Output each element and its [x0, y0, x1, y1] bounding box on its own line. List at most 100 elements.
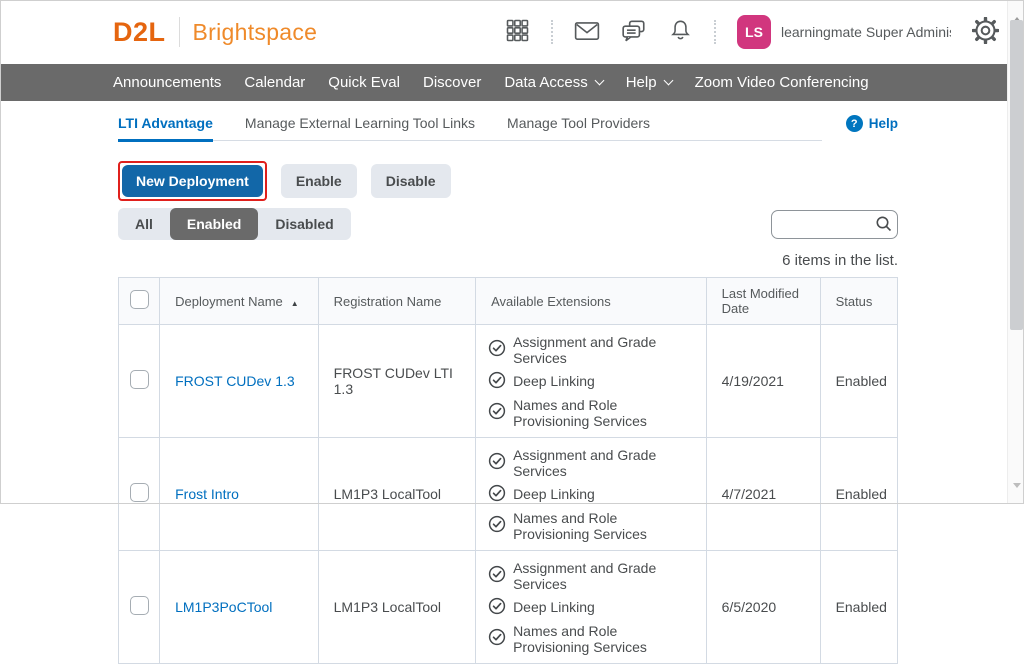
extension-label: Names and Role Provisioning Services [513, 622, 647, 655]
available-extensions-cell: Assignment and Grade Services Deep Linki… [475, 437, 707, 551]
scroll-up-icon [1012, 1, 1021, 22]
deployment-name-link[interactable]: FROST CUDev 1.3 [175, 373, 295, 389]
nav-item-announcements[interactable]: Announcements [113, 74, 221, 91]
vertical-scrollbar[interactable] [1007, 0, 1024, 504]
scrollbar-up-button[interactable] [1008, 1, 1024, 22]
filter-disabled-button[interactable]: Disabled [258, 208, 350, 240]
extension-label: Assignment and Grade Services [513, 333, 657, 366]
red-highlight-annotation: New Deployment [118, 161, 267, 201]
brightspace-admin-page: D2L Brightspace LS learningmate Super Ad… [0, 0, 1007, 664]
waffle-grid-icon [505, 18, 530, 46]
chat-button[interactable] [621, 19, 647, 46]
nav-item-discover[interactable]: Discover [423, 74, 481, 91]
bell-icon [668, 18, 693, 46]
user-menu[interactable]: LS learningmate Super Administra... [737, 15, 951, 49]
column-header-deployment-name[interactable]: Deployment Name ▲ [159, 277, 319, 325]
registration-name-cell: LM1P3 LocalTool [317, 550, 477, 664]
deployments-table: Deployment Name ▲ Registration Name Avail… [117, 277, 899, 664]
last-modified-cell: 4/19/2021 [705, 324, 821, 438]
brightspace-logo-text: Brightspace [192, 18, 318, 45]
dotted-divider [551, 20, 553, 44]
tabs: LTI Advantage Manage External Learning T… [118, 110, 822, 142]
logo-divider [178, 17, 180, 47]
tab-lti-advantage[interactable]: LTI Advantage [118, 110, 213, 142]
sort-ascending-icon: ▲ [290, 298, 299, 308]
settings-button[interactable] [971, 16, 1000, 47]
disable-button[interactable]: Disable [370, 164, 451, 198]
nav-item-quick-eval[interactable]: Quick Eval [328, 74, 400, 91]
check-circle-icon [488, 371, 506, 392]
new-deployment-button[interactable]: New Deployment [122, 165, 263, 197]
chevron-down-icon [594, 75, 605, 86]
column-header-available-extensions: Available Extensions [475, 277, 707, 325]
row-checkbox[interactable] [129, 370, 149, 389]
filter-search-row: All Enabled Disabled [118, 208, 898, 240]
gear-icon [971, 16, 1000, 47]
top-header: D2L Brightspace LS learningmate Super Ad… [0, 0, 1007, 64]
status-cell: Enabled [819, 437, 899, 551]
nav-item-data-access[interactable]: Data Access [504, 74, 605, 91]
extension-label: Deep Linking [513, 373, 595, 389]
help-link[interactable]: ? Help [845, 110, 898, 132]
row-checkbox[interactable] [129, 596, 149, 615]
nav-label: Announcements [113, 74, 222, 91]
avatar: LS [737, 15, 771, 49]
check-circle-icon [488, 515, 506, 536]
status-cell: Enabled [819, 324, 899, 438]
column-header-status: Status [819, 277, 899, 325]
scrollbar-down-button[interactable] [1008, 482, 1024, 503]
header-actions: LS learningmate Super Administra... [505, 15, 1000, 49]
nav-label: Calendar [244, 74, 306, 91]
user-name-label: learningmate Super Administra... [781, 24, 951, 40]
enable-button[interactable]: Enable [280, 164, 357, 198]
check-circle-icon [488, 339, 506, 360]
nav-item-zoom-video-conferencing[interactable]: Zoom Video Conferencing [695, 74, 869, 91]
deployment-name-link[interactable]: LM1P3PoCTool [175, 599, 272, 615]
registration-name-cell: LM1P3 LocalTool [317, 437, 477, 551]
nav-label: Zoom Video Conferencing [694, 74, 869, 91]
registration-name-cell: FROST CUDev LTI 1.3 [317, 324, 477, 438]
check-circle-icon [488, 565, 506, 586]
nav-label: Help [625, 74, 657, 91]
brand-logo[interactable]: D2L Brightspace [113, 17, 317, 48]
help-link-label: Help [868, 116, 898, 131]
search-button[interactable] [875, 215, 893, 236]
messages-button[interactable] [574, 21, 600, 44]
tab-bar: LTI Advantage Manage External Learning T… [118, 110, 898, 142]
table-row: FROST CUDev 1.3 FROST CUDev LTI 1.3 Assi… [117, 324, 899, 438]
deployment-name-link[interactable]: Frost Intro [175, 486, 239, 502]
question-mark-icon: ? [845, 115, 863, 132]
column-header-registration-name: Registration Name [317, 277, 477, 325]
extension-label: Names and Role Provisioning Services [513, 509, 647, 542]
nav-label: Quick Eval [328, 74, 400, 91]
check-circle-icon [488, 484, 506, 505]
chat-bubbles-icon [621, 19, 647, 46]
extension-label: Deep Linking [513, 599, 595, 615]
table-row: LM1P3PoCTool LM1P3 LocalTool Assignment … [117, 550, 899, 664]
column-label: Deployment Name [175, 293, 283, 309]
available-extensions-cell: Assignment and Grade Services Deep Linki… [475, 324, 707, 438]
tab-manage-tool-providers[interactable]: Manage Tool Providers [507, 110, 650, 142]
status-cell: Enabled [819, 550, 899, 664]
search-box [771, 209, 898, 239]
main-navbar: Announcements Calendar Quick Eval Discov… [0, 64, 1007, 101]
scrollbar-thumb[interactable] [1010, 20, 1023, 330]
table-header-row: Deployment Name ▲ Registration Name Avail… [117, 277, 899, 325]
select-all-checkbox[interactable] [129, 290, 149, 309]
row-checkbox[interactable] [129, 483, 149, 502]
d2l-logo-text: D2L [113, 16, 166, 47]
table-row: Frost Intro LM1P3 LocalTool Assignment a… [117, 437, 899, 551]
nav-item-calendar[interactable]: Calendar [244, 74, 305, 91]
extension-label: Assignment and Grade Services [513, 559, 657, 592]
check-circle-icon [488, 402, 506, 423]
filter-all-button[interactable]: All [118, 208, 170, 240]
app-launcher-button[interactable] [505, 18, 530, 46]
notifications-button[interactable] [668, 18, 693, 46]
nav-item-help[interactable]: Help [625, 74, 674, 91]
deployment-actions: New Deployment Enable Disable [118, 161, 898, 201]
filter-enabled-button[interactable]: Enabled [169, 208, 259, 240]
scroll-down-icon [1012, 482, 1021, 503]
nav-label: Data Access [504, 74, 588, 91]
tab-manage-external-learning-tool-links[interactable]: Manage External Learning Tool Links [245, 110, 475, 142]
nav-label: Discover [422, 74, 482, 91]
